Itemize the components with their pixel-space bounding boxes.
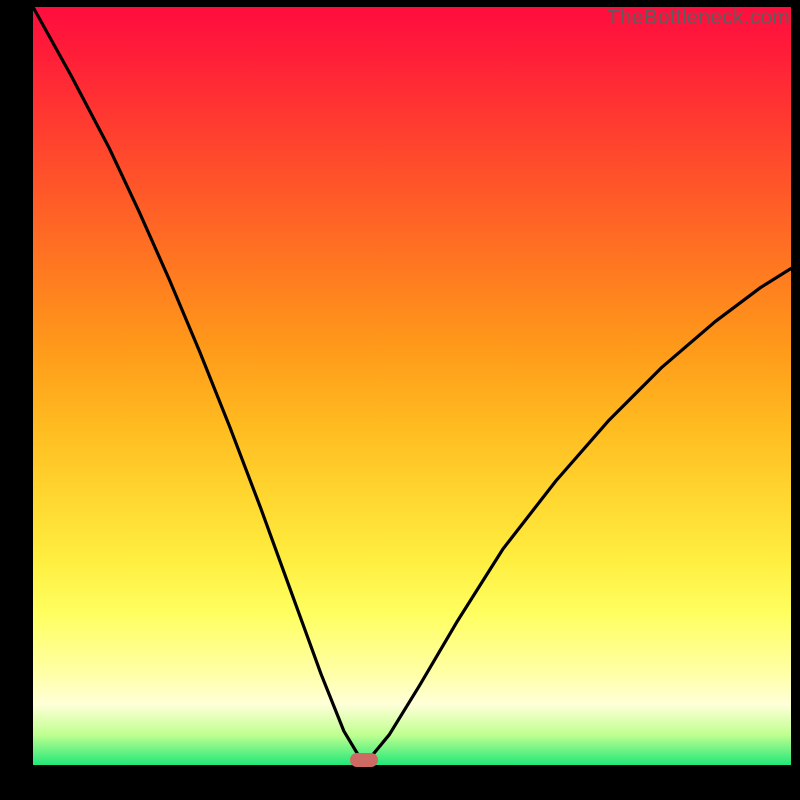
plot-area	[33, 7, 791, 765]
bottleneck-curve	[33, 7, 791, 765]
minimum-marker	[350, 753, 378, 767]
attribution-label: TheBottleneck.com	[607, 6, 790, 30]
chart-container: TheBottleneck.com	[0, 0, 800, 800]
curve-path	[33, 7, 791, 765]
